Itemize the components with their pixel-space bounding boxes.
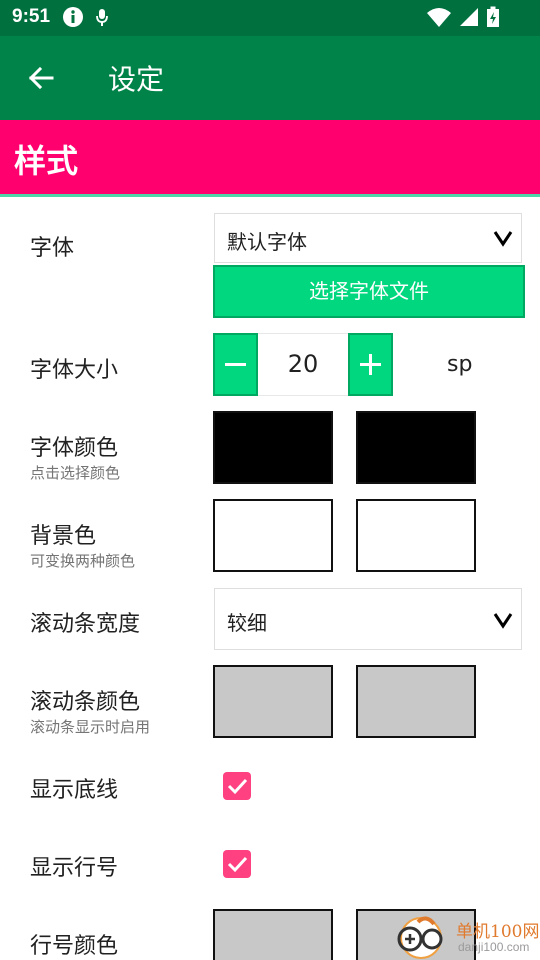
font-size-unit: sp	[447, 352, 473, 377]
minus-icon	[225, 363, 246, 366]
microphone-icon	[96, 9, 108, 26]
arrow-left-icon	[28, 66, 54, 90]
scrollbar-width-dropdown[interactable]: 较细	[214, 588, 522, 650]
app-bar: 设定	[0, 36, 540, 120]
scrollbar-color-swatch-2[interactable]	[356, 665, 476, 738]
page-title: 设定	[108, 63, 165, 96]
section-title: 样式	[14, 142, 79, 180]
font-color-hint: 点击选择颜色	[30, 464, 121, 482]
font-dropdown-value: 默认字体	[227, 230, 307, 254]
section-divider	[0, 194, 540, 197]
background-color-label: 背景色	[30, 524, 97, 549]
font-color-label: 字体颜色	[30, 436, 119, 461]
watermark-brand: 单机100网	[456, 922, 540, 942]
background-color-hint: 可变换两种颜色	[30, 552, 136, 570]
status-time: 9:51	[12, 6, 51, 27]
status-bar: 9:51	[0, 0, 540, 36]
increase-button[interactable]	[348, 333, 393, 396]
font-label: 字体	[30, 236, 75, 261]
line-number-color-swatch-1[interactable]	[213, 909, 333, 960]
signal-icon	[460, 8, 478, 26]
watermark-url: danji100.com	[458, 940, 530, 954]
font-size-label: 字体大小	[30, 358, 119, 383]
scrollbar-width-value: 较细	[227, 611, 267, 635]
chevron-down-icon	[493, 613, 513, 629]
scrollbar-color-hint: 滚动条显示时启用	[30, 718, 151, 736]
show-line-numbers-label: 显示行号	[30, 856, 119, 881]
plus-icon	[360, 354, 381, 375]
chevron-down-icon	[493, 231, 513, 247]
font-color-swatch-1[interactable]	[213, 411, 333, 484]
back-button[interactable]	[22, 58, 62, 98]
show-line-numbers-checkbox[interactable]	[223, 850, 251, 878]
background-color-swatch-1[interactable]	[213, 499, 333, 572]
font-dropdown[interactable]: 默认字体	[214, 213, 522, 263]
show-underline-label: 显示底线	[30, 778, 119, 803]
scrollbar-color-swatch-1[interactable]	[213, 665, 333, 738]
font-color-swatch-2[interactable]	[356, 411, 476, 484]
font-size-value[interactable]: 20	[258, 333, 348, 396]
section-header: 样式	[0, 120, 540, 194]
background-color-swatch-2[interactable]	[356, 499, 476, 572]
checkmark-icon	[227, 778, 248, 795]
watermark-logo-icon	[397, 916, 443, 959]
info-icon	[63, 7, 83, 27]
choose-font-file-button[interactable]: 选择字体文件	[213, 265, 525, 318]
scrollbar-width-label: 滚动条宽度	[30, 612, 141, 637]
show-underline-checkbox[interactable]	[223, 772, 251, 800]
checkmark-icon	[227, 856, 248, 873]
scrollbar-color-label: 滚动条颜色	[30, 690, 141, 715]
line-number-color-label: 行号颜色	[30, 934, 119, 959]
battery-charging-icon	[487, 6, 499, 27]
wifi-icon	[427, 8, 451, 27]
decrease-button[interactable]	[213, 333, 258, 396]
